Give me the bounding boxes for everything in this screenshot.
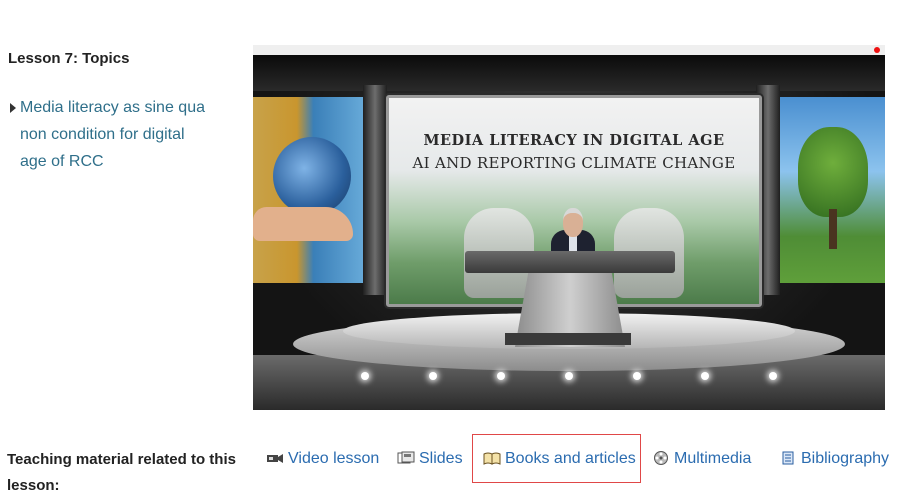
floor-light: [361, 372, 369, 380]
topic-link-media-literacy[interactable]: Media literacy as sine qua non condition…: [8, 94, 208, 175]
presenter-head: [563, 208, 583, 237]
record-indicator-icon: [874, 47, 880, 53]
teaching-material-label: Teaching material related to this lesson…: [7, 451, 236, 491]
lesson-page: Lesson 7: Topics Media literacy as sine …: [0, 0, 902, 491]
tree-trunk: [829, 209, 837, 249]
desk-base: [505, 333, 631, 345]
video-lesson-link[interactable]: Video lesson: [266, 446, 379, 472]
triangle-bullet-icon: [10, 103, 16, 113]
topic-link-label: Media literacy as sine qua non condition…: [20, 99, 205, 170]
presenter-desk: [465, 251, 675, 273]
earth-globe-icon: [273, 137, 351, 215]
left-studio-screen: [253, 97, 363, 283]
floor-light: [497, 372, 505, 380]
floor-light: [565, 372, 573, 380]
multimedia-link[interactable]: Multimedia: [652, 446, 751, 472]
floor-light: [429, 372, 437, 380]
books-and-articles-highlight: [472, 434, 641, 483]
screen-title-line2: AI AND REPORTING CLIMATE CHANGE: [412, 154, 736, 172]
bibliography-label: Bibliography: [801, 450, 890, 467]
film-reel-icon: [654, 451, 668, 465]
slides-icon: [397, 451, 415, 464]
studio-pillar-left: [363, 85, 387, 295]
tree-image: [798, 127, 868, 217]
slides-link[interactable]: Slides: [397, 446, 463, 472]
video-player[interactable]: MEDIA LITERACY IN DIGITAL AGE AI AND REP…: [253, 45, 885, 410]
bibliography-link[interactable]: Bibliography: [779, 446, 889, 472]
studio-ceiling: [253, 55, 885, 91]
video-camera-icon: [267, 454, 283, 463]
multimedia-label: Multimedia: [674, 450, 752, 467]
right-studio-screen: [780, 97, 885, 283]
floor-light: [701, 372, 709, 380]
floor-light: [769, 372, 777, 380]
floor-light: [633, 372, 641, 380]
screen-title-line1: MEDIA LITERACY IN DIGITAL AGE: [423, 132, 725, 149]
video-lesson-label: Video lesson: [288, 450, 380, 467]
slides-label: Slides: [419, 450, 463, 467]
lesson-topics-heading: Lesson 7: Topics: [8, 50, 130, 67]
bibliography-icon: [782, 451, 794, 465]
hand-image: [253, 207, 353, 241]
topic-list: Media literacy as sine qua non condition…: [8, 94, 208, 175]
video-frame-studio[interactable]: MEDIA LITERACY IN DIGITAL AGE AI AND REP…: [253, 55, 885, 410]
